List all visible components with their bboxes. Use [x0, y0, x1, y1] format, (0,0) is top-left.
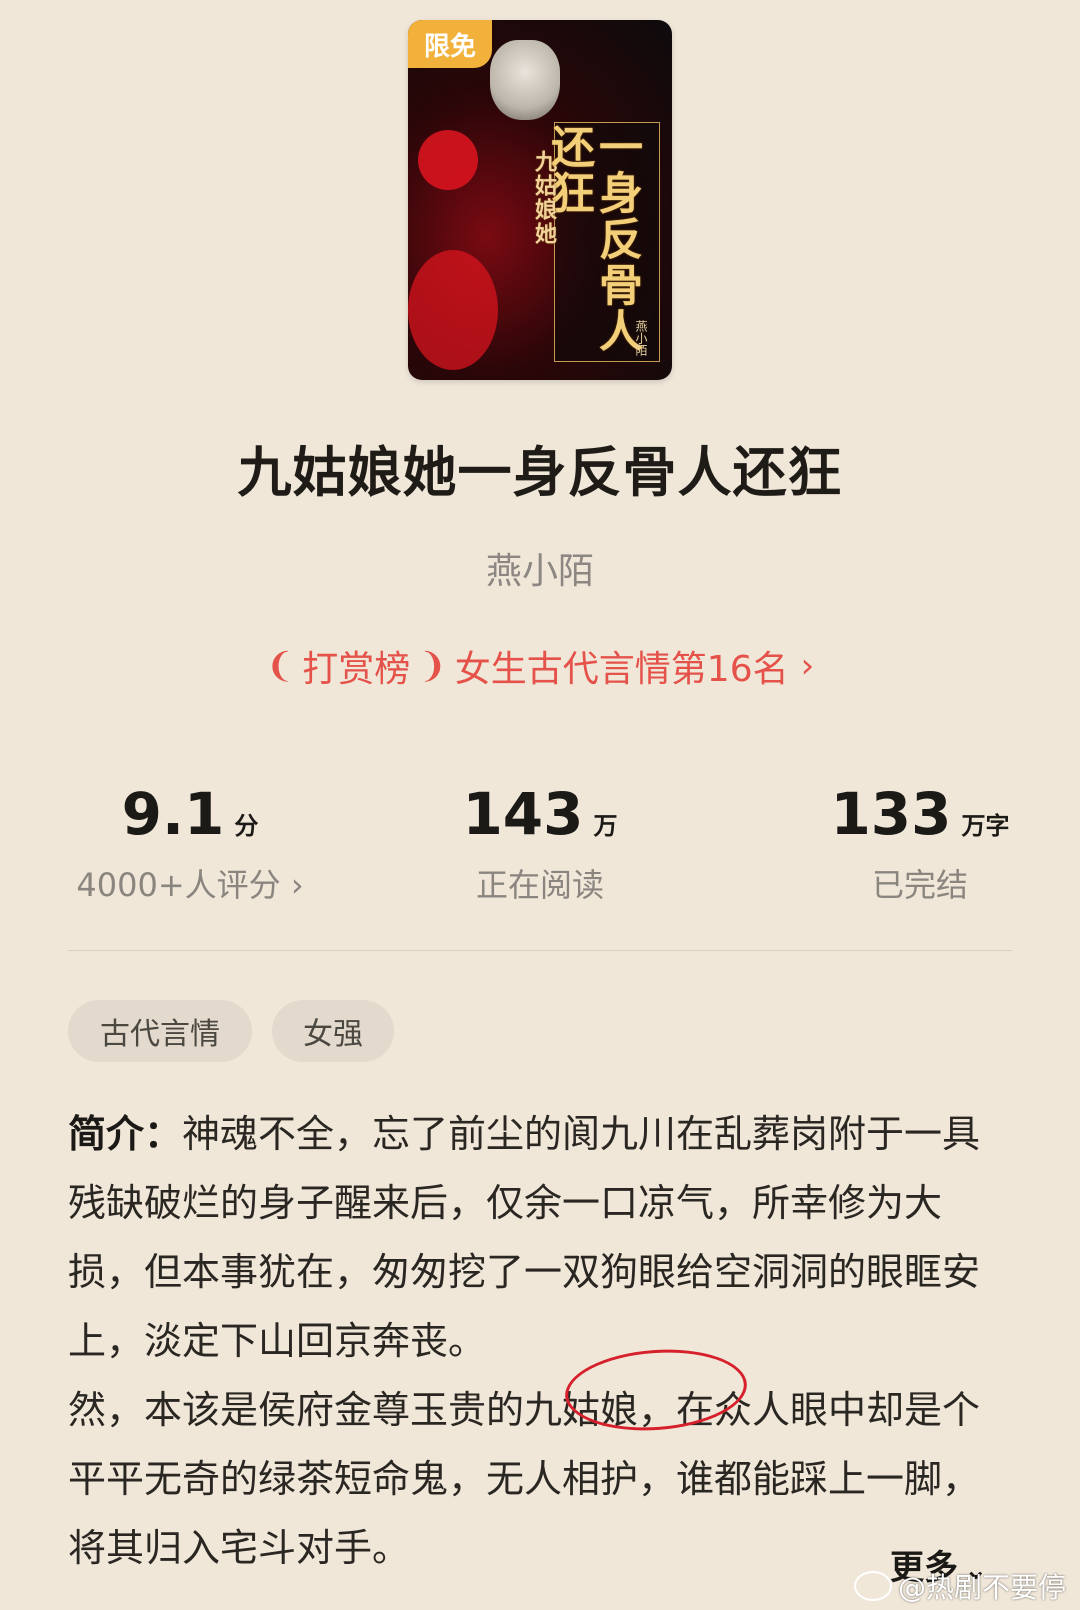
- cover-flower-decoration: [418, 130, 478, 190]
- rating-label: 4000+人评分 ›: [60, 860, 320, 906]
- rank-link[interactable]: ❨ 打赏榜 ❩ 女生古代言情第16名 ›: [0, 640, 1080, 692]
- stat-rating[interactable]: 9.1 分 4000+人评分 ›: [60, 780, 320, 906]
- laurel-right-icon: ❩: [418, 646, 447, 686]
- free-badge: 限免: [408, 20, 492, 68]
- book-cover[interactable]: 一身反骨人还狂 九姑娘她 燕小陌 限免: [408, 20, 672, 380]
- cover-author: 燕小陌: [634, 320, 648, 356]
- divider: [68, 950, 1012, 951]
- author-name[interactable]: 燕小陌: [0, 542, 1080, 594]
- tag-chip[interactable]: 女强: [272, 1000, 394, 1062]
- rating-value: 9.1: [121, 780, 225, 848]
- tag-chip[interactable]: 古代言情: [68, 1000, 252, 1062]
- chevron-right-icon: ›: [800, 646, 815, 686]
- synopsis-text: 神魂不全，忘了前尘的阆九川在乱葬岗附于一具残缺破烂的身子醒来后，仅余一口凉气，所…: [68, 1112, 981, 1570]
- words-value: 133: [830, 780, 952, 848]
- rank-board: 打赏榜: [302, 649, 411, 690]
- rating-label-text: 4000+人评分: [76, 866, 281, 904]
- stat-readers: 143 万 正在阅读: [410, 780, 670, 906]
- synopsis: 简介：神魂不全，忘了前尘的阆九川在乱葬岗附于一具残缺破烂的身子醒来后，仅余一口凉…: [68, 1100, 1012, 1583]
- readers-value: 143: [462, 780, 584, 848]
- cover-flower-decoration: [408, 250, 498, 370]
- stat-words: 133 万字 已完结: [790, 780, 1050, 906]
- watermark-text: @热剧不要停: [897, 1571, 1066, 1604]
- readers-label: 正在阅读: [475, 866, 604, 904]
- book-title: 九姑娘她一身反骨人还狂: [237, 441, 843, 504]
- skull-illustration: [490, 40, 560, 120]
- words-unit: 万字: [961, 812, 1010, 840]
- rank-text: 女生古代言情第16名: [454, 649, 789, 690]
- weibo-icon: [853, 1571, 892, 1601]
- status-label: 已完结: [871, 866, 968, 904]
- laurel-left-icon: ❨: [265, 646, 295, 686]
- chevron-right-icon: ›: [280, 866, 304, 904]
- rating-unit: 分: [234, 812, 259, 840]
- cover-subtitle: 九姑娘她: [531, 150, 557, 246]
- readers-unit: 万: [593, 812, 618, 840]
- synopsis-label: 简介：: [68, 1112, 183, 1156]
- watermark: @热剧不要停: [853, 1566, 1066, 1606]
